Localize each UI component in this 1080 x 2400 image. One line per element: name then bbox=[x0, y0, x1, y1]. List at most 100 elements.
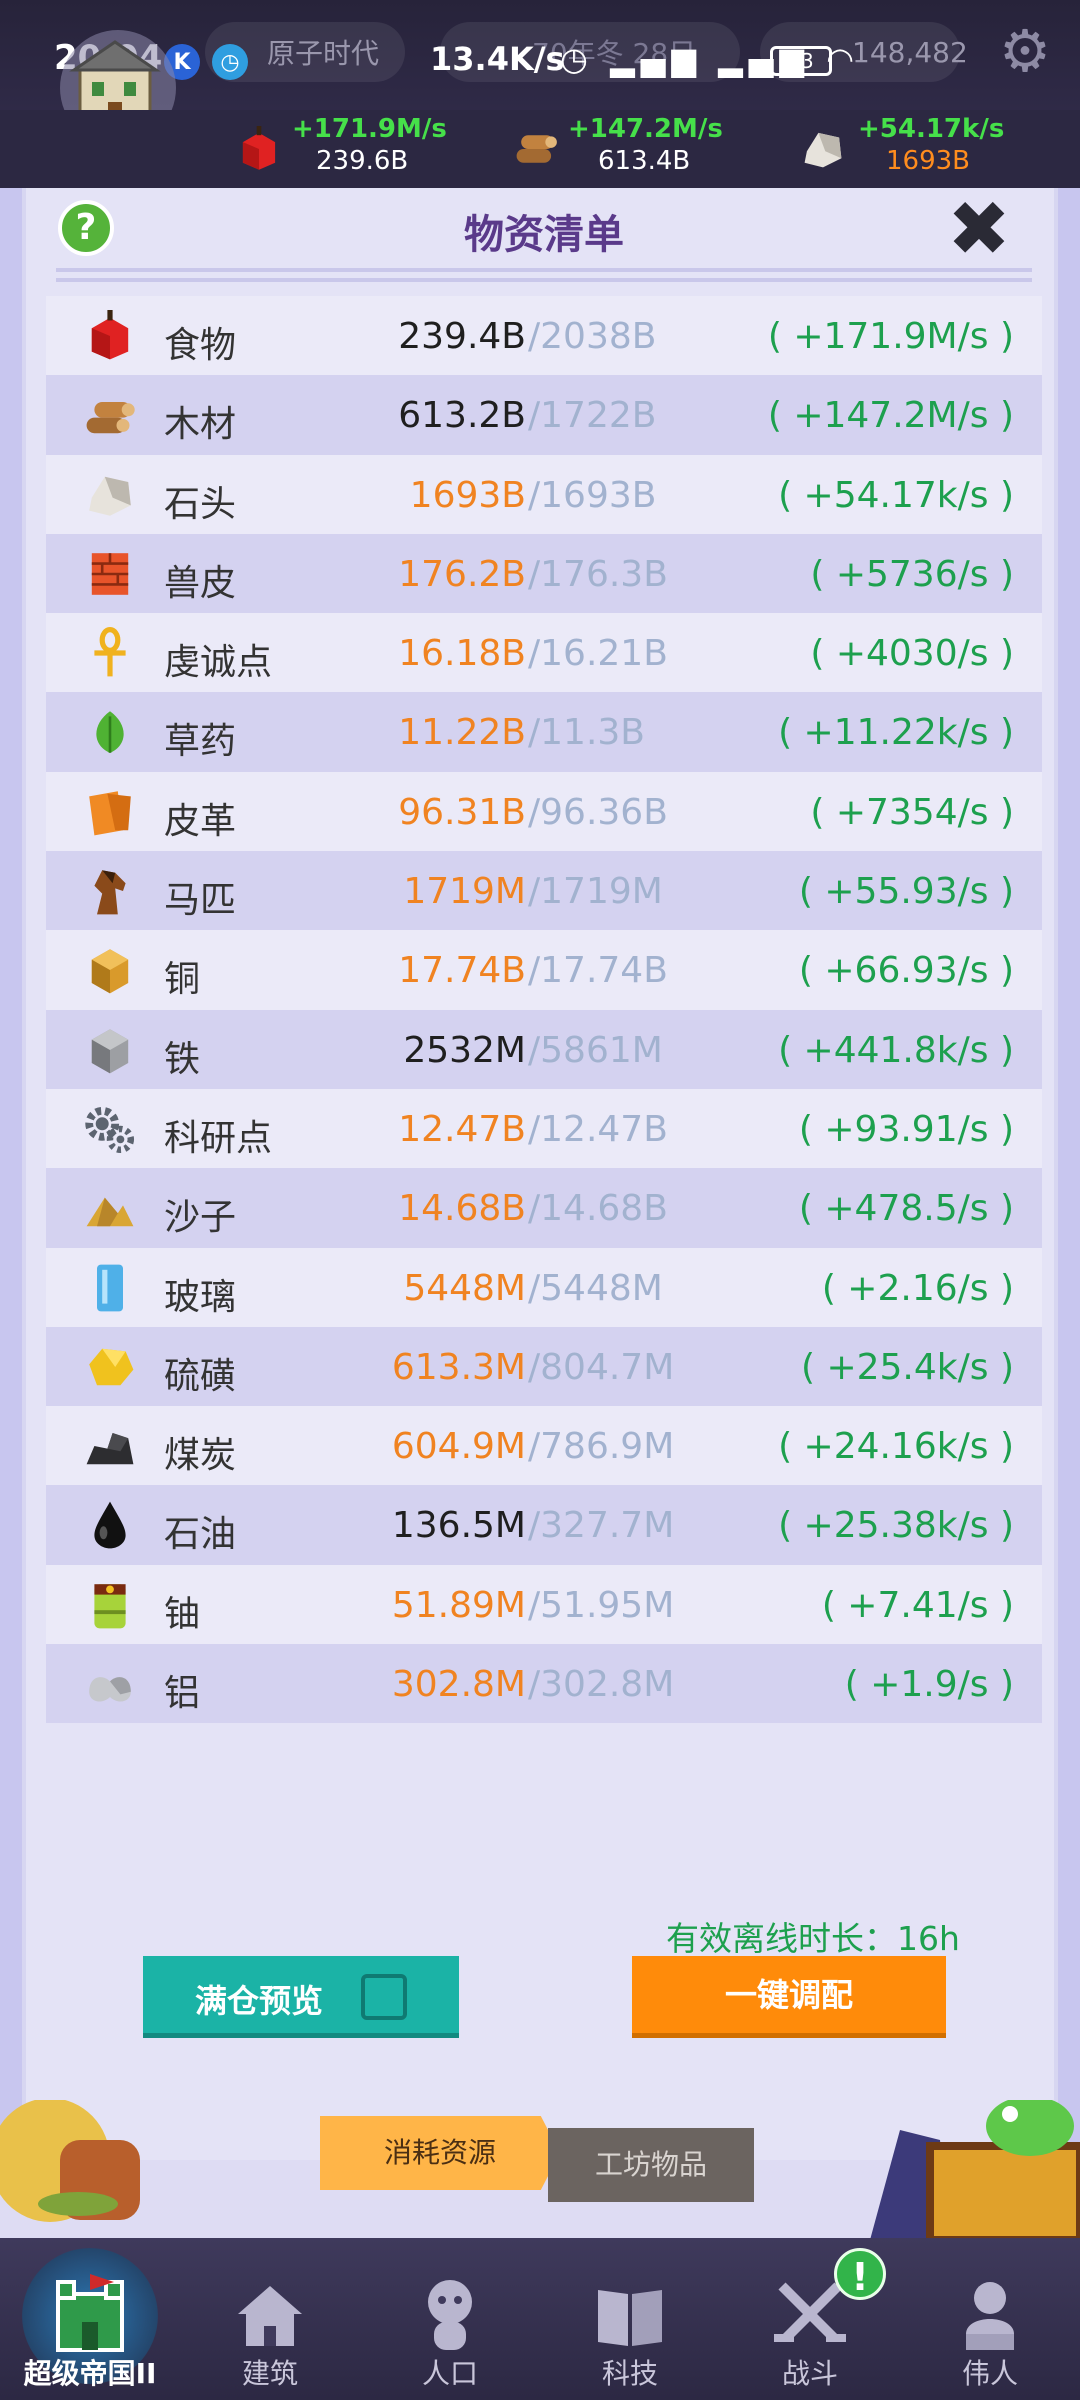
resource-rate: ( +478.5/s ) bbox=[798, 1188, 1014, 1230]
resource-name: 煤炭 bbox=[164, 1435, 237, 1477]
resource-cap: /2038B bbox=[528, 316, 657, 357]
resource-cap: /11.3B bbox=[528, 712, 645, 754]
resource-cap: /96.36B bbox=[528, 791, 668, 833]
resource-amount: 16.18B bbox=[398, 633, 526, 675]
resource-amount: 51.89M bbox=[391, 1584, 526, 1626]
glass-pane-icon bbox=[97, 1264, 123, 1311]
resource-cap: /5861M bbox=[528, 1029, 663, 1071]
resource-row[interactable]: 草药 11.22B /11.3B ( +11.22k/s ) bbox=[46, 692, 1042, 772]
resource-name: 马匹 bbox=[164, 880, 237, 922]
resource-cap: /51.95M bbox=[528, 1584, 675, 1626]
resource-amount: 14.68B bbox=[398, 1188, 526, 1230]
resource-name: 皮革 bbox=[164, 800, 237, 842]
copper-cube-icon bbox=[91, 949, 129, 994]
resource-strip: +171.9M/s 239.6B +147.2M/s 613.4B +54.17… bbox=[0, 110, 1080, 190]
resource-rate: ( +171.9M/s ) bbox=[767, 316, 1014, 357]
settings-gear-icon[interactable]: ⚙ bbox=[992, 18, 1058, 84]
nav-label: 超级帝国II bbox=[23, 2357, 157, 2390]
preview-checkbox[interactable] bbox=[361, 1974, 407, 2020]
top-resource-stone[interactable]: +54.17k/s 1693B bbox=[800, 114, 1040, 188]
resource-list: 食物 239.4B /2038B ( +171.9M/s ) 木材 613.2B… bbox=[46, 296, 1042, 1724]
resource-row[interactable]: 兽皮 176.2B /176.3B ( +5736/s ) bbox=[46, 533, 1042, 614]
resource-amount: 11.22B bbox=[398, 712, 526, 754]
battery-level: 23 bbox=[788, 49, 814, 73]
nav-label: 人口 bbox=[421, 2357, 478, 2390]
resource-amount: 239.4B bbox=[398, 316, 526, 357]
resource-cap: /1719M bbox=[528, 871, 663, 913]
resource-amount: 1719M bbox=[403, 871, 526, 913]
resource-rate: ( +147.2M/s ) bbox=[767, 395, 1014, 437]
one-click-allocate-button[interactable]: 一键调配 bbox=[632, 1956, 946, 2038]
resource-row[interactable]: 石油 136.5M /327.7M ( +25.38k/s ) bbox=[46, 1485, 1042, 1565]
tab-consumable-resources[interactable]: 消耗资源 bbox=[320, 2116, 560, 2190]
top-resource-total: 613.4B bbox=[598, 146, 691, 176]
resource-row[interactable]: 石头 1693B /1693B ( +54.17k/s ) bbox=[46, 454, 1042, 534]
offline-time-label: 有效离线时长：16h bbox=[666, 1919, 960, 1958]
resource-row[interactable]: 马匹 1719M /1719M ( +55.93/s ) bbox=[46, 851, 1042, 931]
resource-row[interactable]: 铝 302.8M /302.8M ( +1.9/s ) bbox=[46, 1644, 1042, 1724]
resource-name: 兽皮 bbox=[164, 562, 237, 604]
resource-row[interactable]: 玻璃 5448M /5448M ( +2.16/s ) bbox=[46, 1247, 1042, 1327]
resource-cap: /17.74B bbox=[528, 950, 668, 992]
resource-rate: ( +5736/s ) bbox=[810, 553, 1014, 595]
resource-amount: 17.74B bbox=[398, 950, 526, 992]
resource-rate: ( +7.41/s ) bbox=[821, 1584, 1014, 1626]
era-label: 原子时代 bbox=[267, 37, 380, 70]
aluminum-ingot-icon bbox=[89, 1677, 131, 1702]
resource-row[interactable]: 科研点 12.47B /12.47B ( +93.91/s ) bbox=[46, 1088, 1042, 1169]
close-icon[interactable]: ✖ bbox=[944, 191, 1014, 267]
resource-cap: /16.21B bbox=[528, 633, 668, 675]
resource-row[interactable]: 铁 2532M /5861M ( +441.8k/s ) bbox=[46, 1009, 1042, 1089]
apple-icon bbox=[242, 126, 276, 170]
resource-row[interactable]: 沙子 14.68B /14.68B ( +478.5/s ) bbox=[46, 1168, 1042, 1248]
resource-amount: 613.3M bbox=[391, 1346, 526, 1388]
resource-row[interactable]: 食物 239.4B /2038B ( +171.9M/s ) bbox=[46, 296, 1042, 376]
nav-item-great-people[interactable]: 伟人 bbox=[900, 2238, 1080, 2400]
resource-row[interactable]: 皮革 96.31B /96.36B ( +7354/s ) bbox=[46, 771, 1042, 852]
horse-icon bbox=[94, 870, 126, 915]
resource-amount: 5448M bbox=[403, 1267, 526, 1309]
resource-rate: ( +2.16/s ) bbox=[821, 1267, 1014, 1309]
iron-cube-icon bbox=[91, 1028, 129, 1074]
coin-value: 148,482 bbox=[852, 35, 968, 69]
resource-row[interactable]: 虔诚点 16.18B /16.21B ( +4030/s ) bbox=[46, 613, 1042, 693]
resource-name: 木材 bbox=[164, 404, 237, 446]
resource-amount: 12.47B bbox=[398, 1108, 526, 1150]
top-resource-food[interactable]: +171.9M/s 239.6B bbox=[236, 114, 476, 188]
nav-item-population[interactable]: 人口 bbox=[360, 2238, 540, 2400]
resource-cap: /327.7M bbox=[528, 1505, 675, 1547]
tab-workshop-items[interactable]: 工坊物品 bbox=[548, 2128, 754, 2202]
resource-row[interactable]: 硫磺 613.3M /804.7M ( +25.4k/s ) bbox=[46, 1326, 1042, 1407]
resource-cap: /12.47B bbox=[528, 1108, 668, 1150]
resource-row[interactable]: 木材 613.2B /1722B ( +147.2M/s ) bbox=[46, 375, 1042, 455]
nav-item-empire[interactable]: 超级帝国II bbox=[0, 2238, 180, 2400]
full-storage-preview-button[interactable]: 满仓预览 bbox=[143, 1956, 459, 2038]
top-resource-wood[interactable]: +147.2M/s 613.4B bbox=[512, 114, 752, 188]
resource-row[interactable]: 煤炭 604.9M /786.9M ( +24.16k/s ) bbox=[46, 1406, 1042, 1486]
resource-amount: 176.2B bbox=[398, 553, 526, 595]
nav-label: 科技 bbox=[601, 2357, 658, 2390]
top-resource-total: 1693B bbox=[886, 146, 971, 176]
resource-row[interactable]: 铀 51.89M /51.95M ( +7.41/s ) bbox=[46, 1564, 1042, 1645]
uranium-barrel-icon bbox=[94, 1583, 126, 1629]
top-resource-rate: +147.2M/s bbox=[568, 114, 723, 144]
resource-cap: /1722B bbox=[528, 395, 657, 437]
nav-item-technology[interactable]: 科技 bbox=[540, 2238, 720, 2400]
resource-rate: ( +93.91/s ) bbox=[798, 1108, 1014, 1150]
resource-rate: ( +24.16k/s ) bbox=[778, 1426, 1014, 1468]
resource-name: 石油 bbox=[164, 1514, 237, 1556]
resource-name: 铜 bbox=[164, 959, 201, 1001]
leaf-icon bbox=[96, 711, 124, 754]
resource-row[interactable]: 铜 17.74B /17.74B ( +66.93/s ) bbox=[46, 930, 1042, 1010]
resource-name: 玻璃 bbox=[164, 1276, 237, 1318]
resource-rate: ( +55.93/s ) bbox=[798, 871, 1014, 913]
resource-rate: ( +25.38k/s ) bbox=[778, 1505, 1014, 1547]
resource-cap: /302.8M bbox=[528, 1664, 675, 1706]
nav-item-buildings[interactable]: 建筑 bbox=[180, 2238, 360, 2400]
top-resource-rate: +54.17k/s bbox=[858, 114, 1005, 144]
resource-cap: /804.7M bbox=[528, 1346, 675, 1388]
stone-icon bbox=[89, 476, 131, 516]
resource-cap: /786.9M bbox=[528, 1426, 675, 1468]
resource-rate: ( +441.8k/s ) bbox=[778, 1029, 1014, 1071]
resource-rate: ( +25.4k/s ) bbox=[800, 1346, 1014, 1388]
